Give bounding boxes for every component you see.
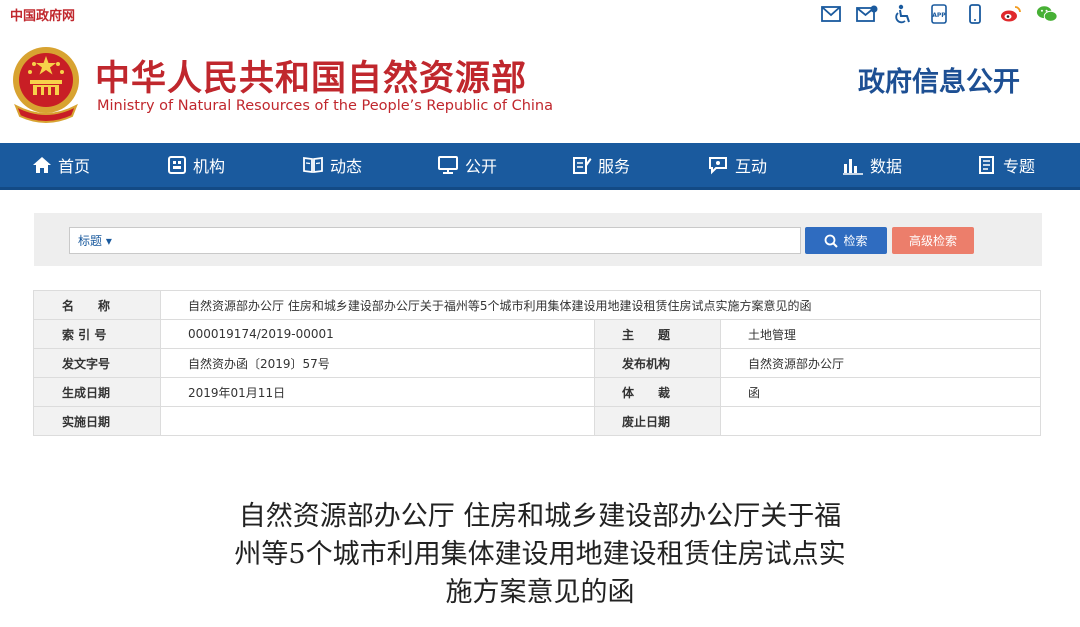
home-icon <box>33 157 51 173</box>
national-emblem-logo <box>10 44 82 124</box>
issuer-value: 自然资源部办公厅 <box>720 348 1041 378</box>
utility-icons: APP <box>820 3 1058 25</box>
email-icon[interactable] <box>820 3 842 25</box>
weibo-icon[interactable] <box>1000 3 1022 25</box>
svg-text:APP: APP <box>932 12 946 19</box>
subject-value: 土地管理 <box>720 319 1041 349</box>
search-box: 标题 ▾ <box>69 227 801 254</box>
top-utility-bar: 中国政府网 APP <box>0 0 1080 28</box>
gov-portal-link[interactable]: 中国政府网 <box>10 5 75 24</box>
nav-item-disclosure[interactable]: 公开 <box>437 143 497 187</box>
table-row: 名 称 自然资源部办公厅 住房和城乡建设部办公厅关于福州等5个城市利用集体建设用… <box>33 290 1041 320</box>
mobile-icon[interactable] <box>964 3 986 25</box>
document-info-table: 名 称 自然资源部办公厅 住房和城乡建设部办公厅关于福州等5个城市利用集体建设用… <box>33 290 1041 436</box>
org-icon <box>168 156 186 174</box>
search-input[interactable] <box>122 229 796 252</box>
search-panel: 标题 ▾ 检索 高级检索 <box>34 213 1042 266</box>
effective-value <box>160 406 595 436</box>
chat-icon <box>709 157 727 175</box>
created-value: 2019年01月11日 <box>160 377 595 407</box>
wechat-icon[interactable] <box>1036 3 1058 25</box>
nav-item-label: 专题 <box>1003 157 1036 176</box>
nav-item-label: 数据 <box>870 157 903 176</box>
nav-item-interaction[interactable]: 互动 <box>707 143 767 187</box>
docno-label: 发文字号 <box>33 348 161 378</box>
genre-label: 体 裁 <box>594 377 721 407</box>
nav-item-label: 互动 <box>735 157 768 176</box>
ministry-title-cn: 中华人民共和国自然资源部 <box>95 59 528 99</box>
table-row: 发文字号 自然资办函〔2019〕57号 发布机构 自然资源部办公厅 <box>33 348 1041 378</box>
nav-item-label: 首页 <box>58 157 91 176</box>
accessibility-icon[interactable] <box>892 3 914 25</box>
section-title: 政府信息公开 <box>858 67 1020 98</box>
name-value: 自然资源部办公厅 住房和城乡建设部办公厅关于福州等5个城市利用集体建设用地建设租… <box>160 290 1041 320</box>
created-label: 生成日期 <box>33 377 161 407</box>
monitor-icon <box>438 156 458 174</box>
nav-item-label: 动态 <box>330 157 363 176</box>
nav-item-news[interactable]: 动态 <box>302 143 362 187</box>
effective-label: 实施日期 <box>33 406 161 436</box>
search-field-select[interactable]: 标题 ▾ <box>78 232 112 249</box>
search-button[interactable]: 检索 <box>805 227 887 254</box>
name-label: 名 称 <box>33 290 161 320</box>
chart-icon <box>843 159 863 175</box>
document-title: 自然资源部办公厅 住房和城乡建设部办公厅关于福 州等5个城市利用集体建设用地建设… <box>190 498 890 612</box>
document-title-line: 州等5个城市利用集体建设用地建设租赁住房试点实 <box>234 539 846 570</box>
index-value: 000019174/2019-00001 <box>160 319 595 349</box>
table-row: 实施日期 废止日期 <box>33 406 1041 436</box>
advanced-search-button[interactable]: 高级检索 <box>892 227 974 254</box>
app-icon[interactable]: APP <box>928 3 950 25</box>
nav-item-home[interactable]: 首页 <box>32 143 90 187</box>
docno-value: 自然资办函〔2019〕57号 <box>160 348 595 378</box>
book-icon <box>303 156 323 174</box>
table-row: 索 引 号 000019174/2019-00001 主 题 土地管理 <box>33 319 1041 349</box>
nav-item-org[interactable]: 机构 <box>167 143 225 187</box>
nav-item-topics[interactable]: 专题 <box>977 143 1035 187</box>
document-title-line: 自然资源部办公厅 住房和城乡建设部办公厅关于福 <box>238 501 842 532</box>
document-title-line: 施方案意见的函 <box>445 577 635 608</box>
ministry-title-en: Ministry of Natural Resources of the Peo… <box>97 98 554 114</box>
search-button-label: 检索 <box>843 234 868 248</box>
subject-label: 主 题 <box>594 319 721 349</box>
nav-item-service[interactable]: 服务 <box>572 143 630 187</box>
genre-value: 函 <box>720 377 1041 407</box>
mailbox-icon[interactable] <box>856 3 878 25</box>
expire-label: 废止日期 <box>594 406 721 436</box>
nav-item-data[interactable]: 数据 <box>842 143 902 187</box>
main-nav: 首页 机构 动态 公开 服务 互动 数据 专题 <box>0 143 1080 190</box>
issuer-label: 发布机构 <box>594 348 721 378</box>
index-label: 索 引 号 <box>33 319 161 349</box>
search-icon <box>825 234 839 248</box>
nav-item-label: 公开 <box>465 157 498 176</box>
nav-item-label: 机构 <box>193 157 226 176</box>
nav-item-label: 服务 <box>598 157 631 176</box>
edit-icon <box>573 157 592 174</box>
document-icon <box>979 156 994 174</box>
site-header: 中华人民共和国自然资源部 Ministry of Natural Resourc… <box>0 30 1080 140</box>
table-row: 生成日期 2019年01月11日 体 裁 函 <box>33 377 1041 407</box>
expire-value <box>720 406 1041 436</box>
